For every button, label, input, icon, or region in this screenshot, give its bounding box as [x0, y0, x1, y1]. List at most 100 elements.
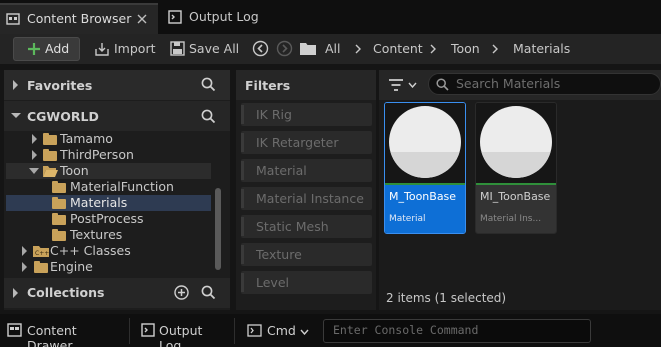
chevron-right-icon[interactable] — [491, 44, 499, 54]
tree-item-toon[interactable]: Toon — [6, 163, 211, 179]
chevron-down-icon[interactable] — [29, 168, 39, 175]
tab-label: Output Log — [189, 9, 259, 24]
search-icon[interactable] — [201, 285, 216, 300]
project-label: CGWORLD — [27, 109, 99, 124]
chevron-right-icon[interactable] — [354, 44, 362, 54]
chevron-right-icon[interactable] — [21, 246, 28, 256]
add-button[interactable]: Add — [13, 37, 80, 61]
filters-title: Filters — [245, 78, 291, 93]
search-icon[interactable] — [201, 77, 216, 92]
material-sphere-icon — [389, 106, 461, 178]
collections-header[interactable]: Collections — [4, 278, 230, 308]
cmd-label: Cmd — [267, 323, 296, 338]
tab-content-browser[interactable]: Content Browser — [0, 3, 158, 34]
folder-icon — [52, 229, 66, 241]
chevron-down-icon[interactable] — [11, 112, 21, 119]
asset-thumbnail — [476, 103, 556, 183]
asset-thumbnail — [385, 103, 465, 183]
chevron-right-icon[interactable] — [429, 44, 437, 54]
chevron-down-icon — [300, 329, 309, 335]
folder-icon[interactable] — [300, 42, 316, 55]
tree-item-cpp-classes[interactable]: C++ C++ Classes — [6, 243, 211, 259]
project-header[interactable]: CGWORLD — [4, 101, 230, 131]
collections-label: Collections — [27, 285, 105, 300]
tab-output-log[interactable]: Output Log — [162, 3, 282, 34]
open-folder-icon — [43, 165, 58, 177]
tree-scrollbar[interactable] — [215, 188, 221, 270]
filter-dropdown-button[interactable] — [385, 75, 421, 95]
add-collection-icon[interactable] — [174, 285, 189, 300]
filter-label: Static Mesh — [256, 219, 329, 234]
tree-item-textures[interactable]: Textures — [6, 227, 211, 243]
tree-item-thirdperson[interactable]: ThirdPerson — [6, 147, 211, 163]
console-command-input[interactable]: Enter Console Command — [323, 319, 591, 343]
chevron-right-icon[interactable] — [12, 80, 19, 90]
console-icon — [247, 324, 262, 337]
tree-item-materials[interactable]: Materials — [6, 195, 211, 211]
tree-item-materialfunction[interactable]: MaterialFunction — [6, 179, 211, 195]
asset-name: M_ToonBase — [389, 190, 457, 203]
breadcrumb-item-toon[interactable]: Toon — [451, 41, 480, 56]
breadcrumb-item-content[interactable]: Content — [373, 41, 423, 56]
breadcrumb-item-materials[interactable]: Materials — [513, 41, 570, 56]
folder-icon — [43, 133, 57, 145]
import-icon — [94, 41, 110, 57]
filter-label: Material Instance — [256, 191, 364, 206]
tree-item-label: Toon — [60, 163, 89, 178]
chevron-down-icon — [408, 82, 417, 88]
asset-name: MI_ToonBase — [480, 190, 551, 203]
filter-material-instance[interactable]: Material Instance — [241, 187, 372, 210]
svg-text:C++: C++ — [35, 250, 49, 257]
filter-ik-retargeter[interactable]: IK Retargeter — [241, 131, 372, 154]
favorites-header[interactable]: Favorites — [4, 70, 230, 100]
tree-item-tamamo[interactable]: Tamamo — [6, 131, 211, 147]
filter-label: Level — [256, 275, 289, 290]
asset-tile[interactable]: MI_ToonBase Material Ins... — [475, 102, 557, 234]
search-icon[interactable] — [201, 109, 216, 124]
filter-label: Material — [256, 163, 307, 178]
tree-item-label: C++ Classes — [50, 243, 131, 258]
tree-item-engine[interactable]: Engine — [6, 259, 211, 275]
cmd-dropdown[interactable]: Cmd — [244, 318, 318, 344]
close-icon[interactable] — [137, 14, 147, 24]
filter-static-mesh[interactable]: Static Mesh — [241, 215, 372, 238]
tree-item-label: Materials — [70, 195, 128, 210]
filter-material[interactable]: Material — [241, 159, 372, 182]
asset-tile[interactable]: M_ToonBase Material — [384, 102, 466, 234]
filter-label: Texture — [256, 247, 302, 262]
chevron-right-icon[interactable] — [31, 150, 38, 160]
search-input[interactable]: Search Materials — [428, 73, 661, 95]
output-log-label: Output Log — [159, 323, 203, 347]
output-log-button[interactable]: Output Log — [138, 318, 228, 347]
tree-item-postprocess[interactable]: PostProcess — [6, 211, 211, 227]
chevron-right-icon[interactable] — [12, 288, 19, 298]
history-back-icon[interactable] — [252, 40, 269, 57]
add-label: Add — [45, 41, 70, 56]
breadcrumb-item-all[interactable]: All — [325, 41, 341, 56]
filter-label: IK Rig — [256, 107, 292, 122]
tree-item-label: Tamamo — [60, 131, 113, 146]
import-button[interactable]: Import — [94, 38, 156, 60]
filter-ik-rig[interactable]: IK Rig — [241, 103, 372, 126]
import-label: Import — [114, 41, 156, 56]
folder-icon — [43, 149, 57, 161]
folder-icon — [52, 181, 66, 193]
save-all-button[interactable]: Save All — [170, 38, 240, 60]
cpp-folder-icon: C++ — [33, 245, 49, 257]
history-forward-icon[interactable] — [276, 40, 293, 57]
content-drawer-button[interactable]: Content Drawer — [4, 318, 124, 347]
filter-icon — [389, 79, 403, 91]
tree-item-label: PostProcess — [70, 211, 144, 226]
filter-label: IK Retargeter — [256, 135, 339, 150]
divider — [234, 318, 235, 344]
chevron-right-icon[interactable] — [31, 134, 38, 144]
folder-icon — [52, 213, 66, 225]
filter-level[interactable]: Level — [241, 271, 372, 294]
filter-texture[interactable]: Texture — [241, 243, 372, 266]
asset-label-area: MI_ToonBase Material Ins... — [476, 185, 556, 233]
console-placeholder: Enter Console Command — [333, 323, 479, 337]
tree-item-label: Textures — [70, 227, 123, 242]
plus-icon — [27, 42, 41, 56]
chevron-right-icon[interactable] — [21, 262, 28, 272]
asset-type: Material Ins... — [480, 214, 542, 224]
